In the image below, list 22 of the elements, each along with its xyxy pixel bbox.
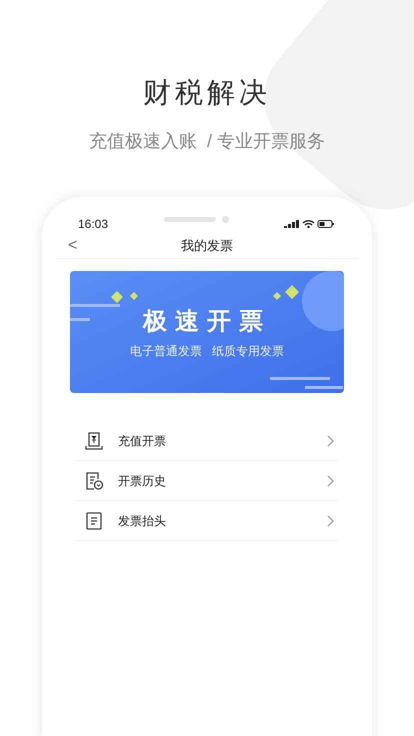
banner-subtitle: 电子普通发票 纸质专用发票: [130, 343, 284, 360]
menu-item[interactable]: 开票历史: [76, 461, 338, 501]
circle-decoration: [302, 271, 344, 331]
menu-item[interactable]: 充值开票: [76, 421, 338, 461]
status-icons: [284, 219, 336, 229]
document-icon: [84, 510, 104, 530]
speaker-drawing: [164, 216, 229, 222]
headline: 财税解决: [143, 75, 271, 111]
page-title: 我的发票: [181, 236, 233, 255]
chevron-icon: [327, 434, 334, 446]
subtitle: 充值极速入账 / 专业开票服务: [88, 130, 325, 153]
menu-item[interactable]: 发票抬头: [76, 501, 338, 541]
document-clock-icon: [84, 470, 104, 490]
chevron-icon: [327, 514, 334, 526]
menu-label: 发票抬头: [118, 512, 167, 530]
banner-title: 极速开票: [143, 307, 271, 337]
menu-label: 充值开票: [118, 432, 167, 450]
chevron-icon: [327, 474, 334, 486]
menu-label: 开票历史: [118, 472, 167, 490]
receipt-icon: [84, 430, 104, 450]
status-time: 16:03: [78, 216, 108, 233]
back-button[interactable]: <: [68, 234, 78, 258]
